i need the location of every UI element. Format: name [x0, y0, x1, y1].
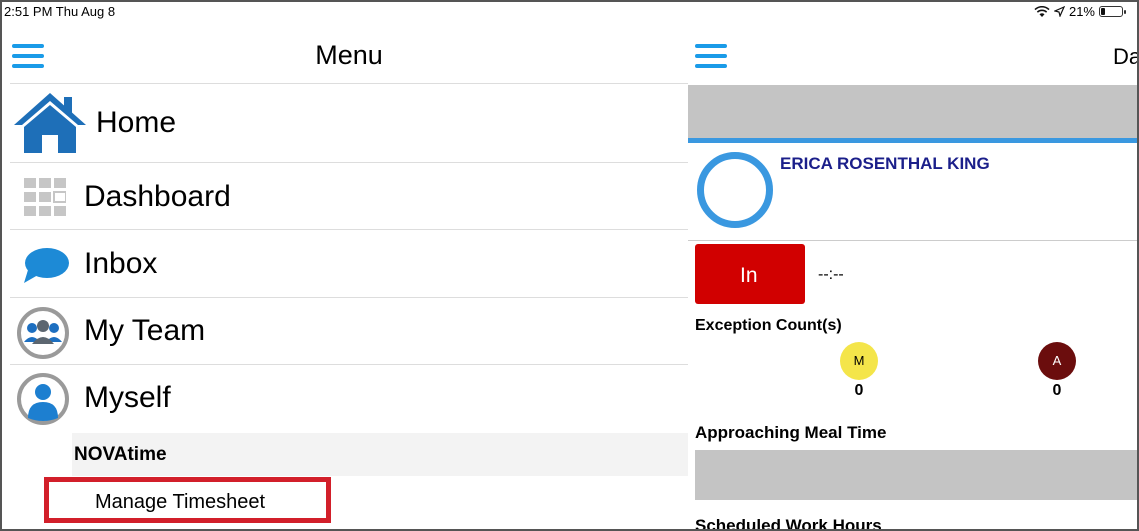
- battery-icon: [1099, 6, 1126, 17]
- menu-item-dashboard[interactable]: Dashboard: [10, 163, 688, 230]
- status-bar: 2:51 PM Thu Aug 8 21%: [2, 2, 1137, 22]
- wifi-icon: [1034, 5, 1050, 17]
- home-icon: [14, 93, 86, 153]
- status-time-date: 2:51 PM Thu Aug 8: [4, 4, 116, 19]
- banner-bar: [688, 85, 1137, 143]
- exception-count-label: Exception Count(s): [695, 317, 842, 334]
- menu-item-label: Dashboard: [84, 180, 231, 213]
- status-indicators: 21%: [1034, 4, 1126, 19]
- dashboard-grid-icon: [24, 178, 66, 216]
- scheduled-hours-label: Scheduled Work Hours: [695, 516, 882, 531]
- avatar[interactable]: [697, 152, 773, 228]
- punch-in-button[interactable]: In: [695, 244, 805, 304]
- dashboard-title: Da: [1113, 44, 1139, 69]
- battery-fill: [1101, 8, 1105, 15]
- meal-time-bar: [695, 450, 1137, 500]
- employee-name: ERICA ROSENTHAL KING: [780, 154, 990, 173]
- menu-item-label: My Team: [84, 314, 206, 347]
- menu-item-inbox[interactable]: Inbox: [10, 230, 688, 298]
- menu-item-home[interactable]: Home: [10, 84, 688, 163]
- punch-in-label: In: [740, 264, 758, 287]
- punch-row: In --:--: [688, 242, 1137, 310]
- exception-count-absent: 0: [1052, 382, 1062, 399]
- location-arrow-icon: [1053, 6, 1065, 17]
- menu-item-my-team[interactable]: My Team: [10, 298, 688, 365]
- exception-badge-missed[interactable]: M: [840, 342, 878, 380]
- app-window: 2:51 PM Thu Aug 8 21% Menu Home Dashboar…: [0, 0, 1139, 531]
- menu-title: Menu: [315, 40, 383, 70]
- last-punch-time: --:--: [818, 266, 844, 283]
- chat-bubble-icon: [24, 248, 69, 283]
- team-icon: [17, 307, 69, 359]
- dashboard-header: Da: [688, 22, 1139, 84]
- employee-profile: ERICA ROSENTHAL KING: [688, 148, 1137, 241]
- menu-item-myself[interactable]: Myself: [10, 365, 688, 433]
- manage-timesheet-link[interactable]: Manage Timesheet: [44, 477, 331, 523]
- menu-item-label: Myself: [84, 381, 171, 414]
- menu-header: Menu: [10, 22, 688, 84]
- section-header-label: NOVAtime: [74, 444, 167, 465]
- exception-count-missed: 0: [854, 382, 864, 399]
- dashboard-panel: Da ERICA ROSENTHAL KING In --:-- Excepti…: [688, 22, 1139, 531]
- menu-item-label: Home: [96, 106, 177, 139]
- section-header-novatime: NOVAtime: [72, 433, 688, 476]
- hamburger-menu-icon[interactable]: [695, 44, 727, 70]
- menu-item-label: Inbox: [84, 247, 158, 280]
- user-icon: [17, 373, 69, 425]
- battery-percent: 21%: [1068, 4, 1095, 19]
- manage-timesheet-label: Manage Timesheet: [95, 491, 266, 513]
- menu-panel: Menu Home Dashboard Inbox My Team Myself…: [10, 22, 688, 529]
- meal-time-label: Approaching Meal Time: [695, 423, 887, 442]
- exception-badge-absent[interactable]: A: [1038, 342, 1076, 380]
